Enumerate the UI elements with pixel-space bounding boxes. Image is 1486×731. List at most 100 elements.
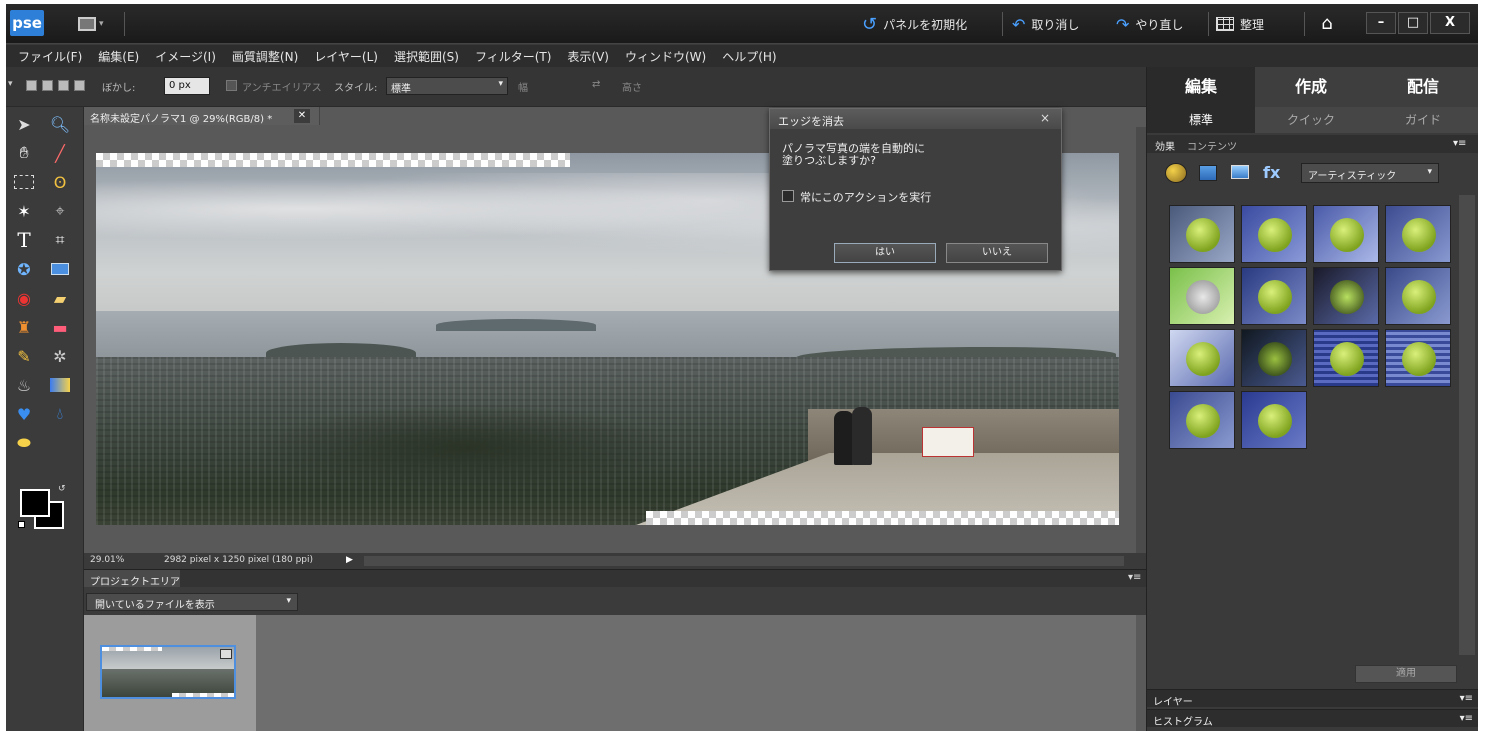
- menu-view[interactable]: 表示(V): [559, 48, 617, 65]
- move-tool-icon[interactable]: ➤: [10, 111, 38, 137]
- menu-edit[interactable]: 編集(E): [90, 48, 147, 65]
- histogram-panel-bar[interactable]: ヒストグラム ▾≡: [1147, 709, 1478, 728]
- style-select[interactable]: 標準 ▾: [386, 77, 508, 95]
- panel-menu-icon[interactable]: ▾≡: [1460, 693, 1473, 704]
- always-perform-checkbox[interactable]: [782, 190, 794, 202]
- effect-thumb[interactable]: [1313, 329, 1379, 387]
- panorama-thumbnail[interactable]: [100, 645, 236, 699]
- effects-tab[interactable]: 効果: [1155, 138, 1175, 153]
- sponge-tool-icon[interactable]: ⬬: [10, 430, 38, 456]
- antialias-checkbox[interactable]: [226, 80, 237, 91]
- smart-brush-tool-icon[interactable]: ✲: [46, 343, 74, 369]
- effect-thumb[interactable]: [1241, 205, 1307, 263]
- layer-styles-icon[interactable]: [1199, 165, 1217, 181]
- foreground-color-swatch[interactable]: [20, 489, 50, 517]
- feather-input[interactable]: 0 px: [164, 77, 210, 95]
- magic-wand-tool-icon[interactable]: ✶: [10, 198, 38, 224]
- type-tool-icon[interactable]: T: [10, 227, 38, 253]
- paint-bucket-tool-icon[interactable]: ♨: [10, 372, 38, 398]
- layers-panel-bar[interactable]: レイヤー ▾≡: [1147, 689, 1478, 708]
- cookie-cutter-tool-icon[interactable]: ✪: [10, 256, 38, 282]
- swap-colors-icon[interactable]: ↺: [58, 484, 66, 494]
- crop-tool-icon[interactable]: ⌗: [46, 227, 74, 253]
- close-button[interactable]: X: [1430, 12, 1470, 34]
- document-vertical-scrollbar[interactable]: [1136, 127, 1146, 557]
- photo-effects-icon[interactable]: [1231, 165, 1249, 179]
- healing-brush-tool-icon[interactable]: ▰: [46, 285, 74, 311]
- menu-layer[interactable]: レイヤー(L): [306, 48, 386, 65]
- blur-tool-icon[interactable]: 💧︎: [46, 401, 74, 427]
- effect-thumb[interactable]: [1169, 267, 1235, 325]
- effect-thumb[interactable]: [1241, 329, 1307, 387]
- tab-edit[interactable]: 編集: [1147, 67, 1255, 107]
- no-button[interactable]: いいえ: [946, 243, 1048, 263]
- workspace-layout-button[interactable]: ▾: [78, 14, 112, 34]
- panel-menu-icon[interactable]: ▾≡: [1453, 138, 1466, 149]
- zoom-readout[interactable]: 29.01%: [90, 555, 124, 565]
- maximize-button[interactable]: □: [1398, 12, 1428, 34]
- project-area-tab[interactable]: プロジェクトエリア: [84, 570, 180, 588]
- eraser-tool-icon[interactable]: ▬: [46, 314, 74, 340]
- effect-thumb[interactable]: [1385, 205, 1451, 263]
- panel-menu-icon[interactable]: ▾≡: [1460, 713, 1473, 724]
- apply-button[interactable]: 適用: [1355, 665, 1457, 683]
- document-close-icon[interactable]: ✕: [294, 109, 310, 123]
- subtract-selection-icon[interactable]: [58, 80, 69, 91]
- menu-filter[interactable]: フィルター(T): [467, 48, 559, 65]
- intersect-selection-icon[interactable]: [74, 80, 85, 91]
- filters-icon[interactable]: [1165, 163, 1187, 183]
- content-tab[interactable]: コンテンツ: [1187, 138, 1237, 153]
- clone-stamp-tool-icon[interactable]: ♜: [10, 314, 38, 340]
- effect-thumb[interactable]: [1241, 391, 1307, 449]
- marquee-tool-icon[interactable]: [10, 169, 38, 195]
- menu-file[interactable]: ファイル(F): [10, 48, 90, 65]
- tab-share[interactable]: 配信: [1367, 67, 1478, 107]
- effects-scrollbar[interactable]: [1459, 195, 1475, 655]
- organize-button[interactable]: 整理: [1216, 12, 1264, 36]
- pencil-tool-icon[interactable]: ✎: [10, 343, 38, 369]
- effect-thumb[interactable]: [1241, 267, 1307, 325]
- menu-help[interactable]: ヘルプ(H): [714, 48, 784, 65]
- text-effects-icon[interactable]: fx: [1263, 163, 1280, 182]
- document-horizontal-scrollbar[interactable]: [364, 556, 1124, 566]
- effect-thumb[interactable]: [1313, 267, 1379, 325]
- reset-panels-button[interactable]: ↺ パネルを初期化: [862, 12, 967, 36]
- menu-window[interactable]: ウィンドウ(W): [617, 48, 714, 65]
- recompose-tool-icon[interactable]: [46, 256, 74, 282]
- eyedropper-tool-icon[interactable]: ╱: [46, 140, 74, 166]
- subtab-quick[interactable]: クイック: [1255, 107, 1367, 133]
- swap-icon[interactable]: ⇄: [592, 79, 600, 90]
- subtab-full[interactable]: 標準: [1147, 107, 1255, 133]
- yes-button[interactable]: はい: [834, 243, 936, 263]
- effect-thumb[interactable]: [1385, 329, 1451, 387]
- project-bin-scrollbar[interactable]: [1136, 615, 1146, 731]
- filter-category-select[interactable]: アーティスティック ▾: [1301, 163, 1439, 183]
- hand-tool-icon[interactable]: ✋︎: [10, 140, 38, 166]
- lasso-tool-icon[interactable]: ʘ: [46, 169, 74, 195]
- effect-thumb[interactable]: [1313, 205, 1379, 263]
- undo-button[interactable]: ↶ 取り消し: [1012, 12, 1079, 36]
- menu-select[interactable]: 選択範囲(S): [386, 48, 467, 65]
- panel-menu-icon[interactable]: ▾≡: [1128, 572, 1141, 583]
- default-colors-icon[interactable]: [18, 521, 25, 528]
- effect-thumb[interactable]: [1169, 329, 1235, 387]
- add-selection-icon[interactable]: [42, 80, 53, 91]
- document-tab[interactable]: 名称未設定パノラマ1 @ 29%(RGB/8) *: [84, 107, 320, 125]
- gradient-tool-icon[interactable]: [46, 372, 74, 398]
- red-eye-tool-icon[interactable]: ◉: [10, 285, 38, 311]
- menu-image[interactable]: イメージ(I): [147, 48, 224, 65]
- tool-preset-chevron-icon[interactable]: ▾: [8, 79, 13, 89]
- shape-tool-icon[interactable]: ♥: [10, 401, 38, 427]
- minimize-button[interactable]: –: [1366, 12, 1396, 34]
- quick-selection-tool-icon[interactable]: ⌖: [46, 198, 74, 224]
- effect-thumb[interactable]: [1169, 391, 1235, 449]
- zoom-tool-icon[interactable]: 🔍︎: [46, 111, 74, 137]
- effect-thumb[interactable]: [1385, 267, 1451, 325]
- tab-create[interactable]: 作成: [1255, 67, 1367, 107]
- home-button[interactable]: ⌂: [1314, 13, 1340, 35]
- effect-thumb[interactable]: [1169, 205, 1235, 263]
- new-selection-icon[interactable]: [26, 80, 37, 91]
- redo-button[interactable]: ↷ やり直し: [1116, 12, 1183, 36]
- dialog-close-icon[interactable]: ×: [1040, 111, 1050, 125]
- info-menu-icon[interactable]: ▶: [346, 555, 353, 565]
